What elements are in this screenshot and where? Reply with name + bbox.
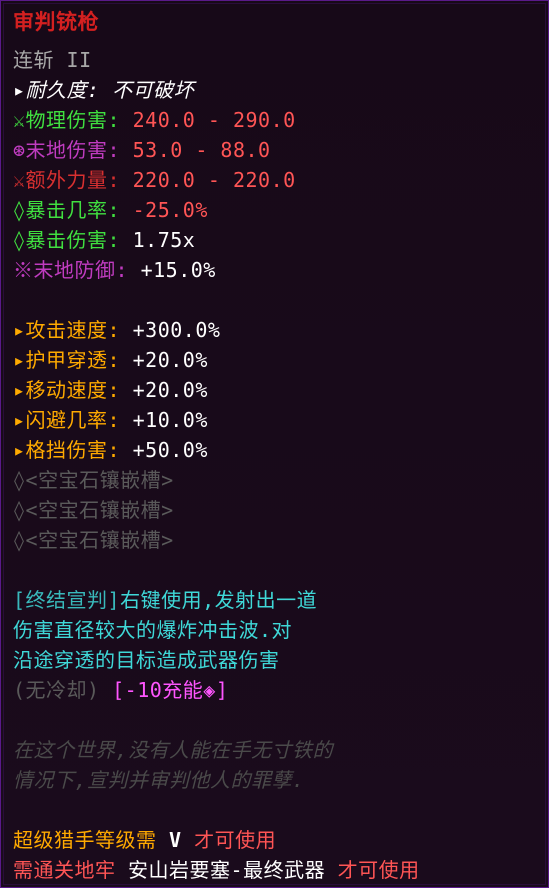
ability-line-1: [终结宣判]右键使用,发射出一道	[13, 585, 317, 615]
bonus-label: ▸攻击速度:	[13, 318, 121, 342]
ability-line-2: 伤害直径较大的爆炸冲击波.对	[13, 618, 293, 642]
diamond-icon: ◊	[13, 228, 26, 252]
class-suffix: 才可使用	[181, 828, 277, 852]
ability-line-3: 沿途穿透的目标造成武器伤害	[13, 648, 280, 672]
bonus-value: +50.0%	[120, 438, 208, 462]
sword-icon: ⚔	[13, 168, 26, 192]
level-value: V	[169, 828, 182, 852]
bonus-move-speed: ▸移动速度: +20.0%	[13, 375, 208, 405]
bonus-label: ▸格挡伤害:	[13, 438, 121, 462]
stat-label: 末地防御:	[33, 258, 129, 282]
ability-cost-row: (无冷却) [-10充能◈]	[13, 675, 228, 705]
stat-value: 220.0 - 220.0	[120, 168, 296, 192]
bonus-block: ▸格挡伤害: +50.0%	[13, 435, 208, 465]
bonus-attack-speed: ▸攻击速度: +300.0%	[13, 315, 220, 345]
stat-label: 暴击伤害:	[25, 228, 121, 252]
bonus-label: ▸闪避几率:	[13, 408, 121, 432]
stat-value: 53.0 - 88.0	[120, 138, 271, 162]
stat-value: +15.0%	[128, 258, 216, 282]
gem-slot: ◊<空宝石镶嵌槽>	[13, 498, 174, 522]
stat-value: 240.0 - 290.0	[120, 108, 296, 132]
bonus-armor-pen: ▸护甲穿透: +20.0%	[13, 345, 208, 375]
ability-name: [终结宣判]	[13, 588, 121, 612]
mana-cost: [-10充能◈]	[99, 678, 229, 702]
lore-line-1: 在这个世界,没有人能在手无寸铁的	[13, 738, 334, 762]
class-requirement: 超级猎手等级需 V 才可使用	[13, 825, 276, 855]
dungeon-name: 安山岩要塞-最终武器	[128, 858, 326, 882]
diamond-icon: ◊	[13, 198, 26, 222]
stat-crit-damage: ◊暴击伤害: 1.75x	[13, 225, 195, 255]
stat-end-defense: ※末地防御: +15.0%	[13, 255, 216, 285]
stat-label: 末地伤害:	[25, 138, 121, 162]
stat-label: 物理伤害:	[25, 108, 121, 132]
item-tooltip: 审判铳枪 连斩 II ▸耐久度: 不可破坏 ⚔物理伤害: 240.0 - 290…	[0, 0, 549, 888]
bonus-value: +300.0%	[120, 318, 221, 342]
gem-slot: ◊<空宝石镶嵌槽>	[13, 528, 174, 552]
stat-end-damage: ⊛末地伤害: 53.0 - 88.0	[13, 135, 271, 165]
durability-label: ▸耐久度:	[13, 78, 100, 102]
asterism-icon: ※	[13, 258, 34, 282]
stat-value: -25.0%	[120, 198, 208, 222]
stat-crit-chance: ◊暴击几率: -25.0%	[13, 195, 208, 225]
dungeon-requirement: 需通关地牢 安山岩要塞-最终武器 才可使用	[13, 855, 420, 885]
durability-value: 不可破坏	[99, 78, 195, 102]
item-name: 审判铳枪	[13, 10, 99, 34]
ability-text: 右键使用,发射出一道	[120, 588, 318, 612]
class-name: 超级猎手	[13, 828, 95, 852]
bonus-dodge: ▸闪避几率: +10.0%	[13, 405, 208, 435]
dungeon-suffix: 才可使用	[325, 858, 420, 882]
target-icon: ⊛	[13, 138, 26, 162]
bonus-value: +10.0%	[120, 408, 208, 432]
gem-slot: ◊<空宝石镶嵌槽>	[13, 468, 174, 492]
stat-label: 暴击几率:	[25, 198, 121, 222]
dungeon-prefix: 需通关地牢	[13, 858, 129, 882]
level-text: 等级需	[95, 828, 170, 852]
bonus-value: +20.0%	[120, 378, 208, 402]
sword-icon: ⚔	[13, 108, 26, 132]
bonus-label: ▸移动速度:	[13, 378, 121, 402]
durability-row: ▸耐久度: 不可破坏	[13, 75, 194, 105]
lore-line-2: 情况下,宣判并审判他人的罪孽.	[13, 768, 305, 792]
stat-value: 1.75x	[120, 228, 196, 252]
reforge-label: 连斩 II	[13, 48, 92, 72]
bonus-value: +20.0%	[120, 348, 208, 372]
bonus-label: ▸护甲穿透:	[13, 348, 121, 372]
cooldown-text: (无冷却)	[13, 678, 100, 702]
stat-physical-damage: ⚔物理伤害: 240.0 - 290.0	[13, 105, 296, 135]
stat-extra-strength: ⚔额外力量: 220.0 - 220.0	[13, 165, 296, 195]
stat-label: 额外力量:	[25, 168, 121, 192]
